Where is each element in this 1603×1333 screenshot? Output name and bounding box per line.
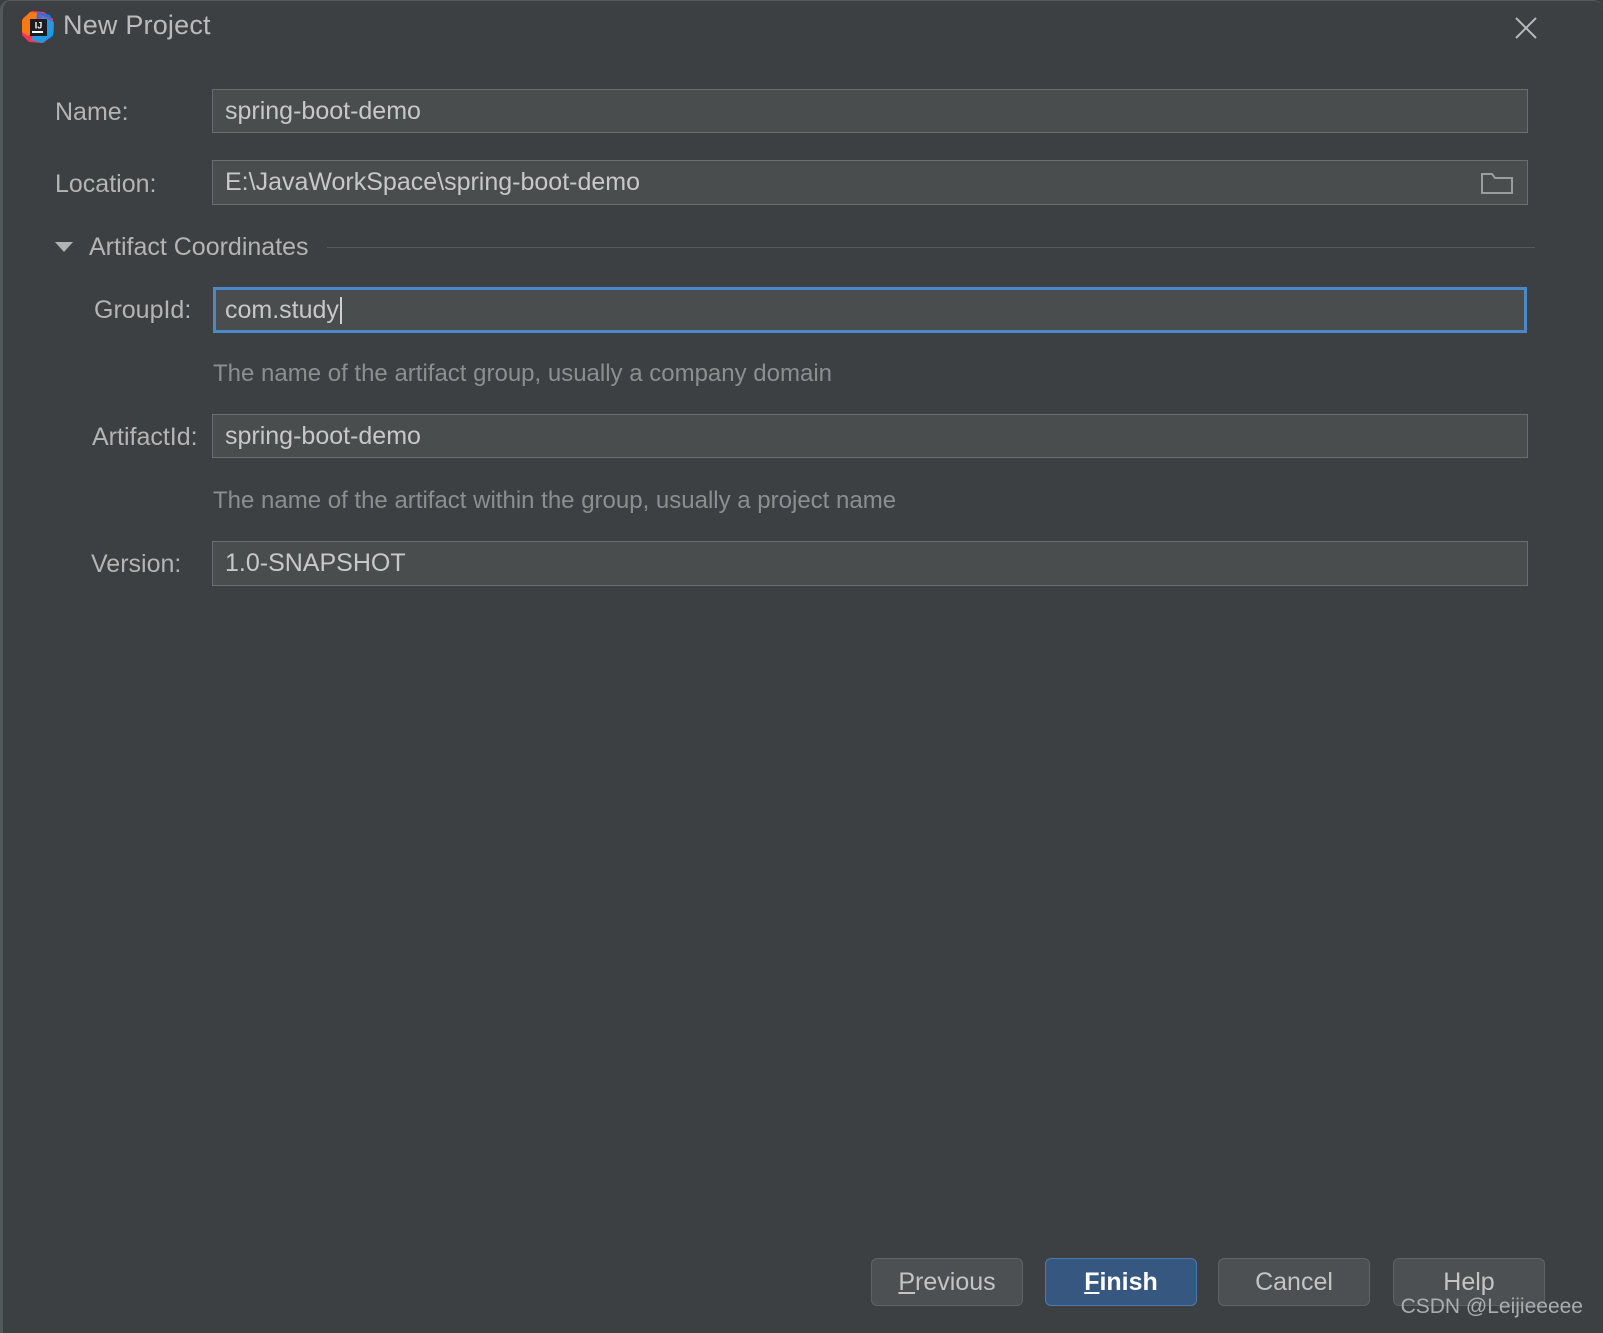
close-icon[interactable] — [1509, 11, 1543, 45]
previous-button-label: revious — [915, 1267, 996, 1296]
artifactid-hint: The name of the artifact within the grou… — [213, 487, 897, 514]
version-input-value: 1.0-SNAPSHOT — [225, 549, 406, 577]
csdn-watermark: CSDN @Leijieeeee — [1400, 1295, 1583, 1318]
finish-button-label: inish — [1099, 1267, 1158, 1296]
cancel-button-label: Cancel — [1255, 1267, 1333, 1296]
location-input-value: E:\JavaWorkSpace\spring-boot-demo — [225, 168, 641, 196]
name-label: Name: — [55, 98, 129, 126]
folder-icon[interactable] — [1481, 170, 1513, 196]
name-input-value: spring-boot-demo — [225, 96, 421, 125]
groupid-input[interactable]: com.study — [212, 286, 1528, 334]
name-input[interactable]: spring-boot-demo — [212, 89, 1528, 133]
groupid-label: GroupId: — [94, 296, 192, 324]
artifactid-input[interactable]: spring-boot-demo — [212, 414, 1528, 458]
help-button-label: Help — [1443, 1267, 1495, 1296]
previous-button-mnemonic: P — [898, 1267, 916, 1296]
cancel-button[interactable]: Cancel — [1218, 1258, 1370, 1306]
finish-button-mnemonic: F — [1084, 1267, 1100, 1296]
location-label: Location: — [55, 170, 157, 198]
version-label: Version: — [91, 550, 182, 578]
version-input[interactable]: 1.0-SNAPSHOT — [212, 541, 1528, 586]
dialog-button-bar: Previous Finish Cancel Help — [3, 1233, 1603, 1333]
groupid-input-value: com.study — [225, 295, 339, 324]
artifactid-label: ArtifactId: — [92, 423, 198, 451]
svg-text:IJ: IJ — [35, 21, 43, 31]
artifactid-input-value: spring-boot-demo — [225, 421, 421, 450]
intellij-idea-icon: IJ — [20, 10, 56, 46]
artifact-coordinates-title: Artifact Coordinates — [89, 232, 309, 261]
artifact-coordinates-section-header[interactable]: Artifact Coordinates — [55, 231, 1535, 263]
new-project-dialog: IJ New Project Name: spring-boot-demo Lo… — [0, 0, 1603, 1333]
location-input[interactable]: E:\JavaWorkSpace\spring-boot-demo — [212, 160, 1528, 205]
groupid-hint: The name of the artifact group, usually … — [213, 360, 833, 387]
chevron-down-icon[interactable] — [55, 242, 73, 252]
finish-button[interactable]: Finish — [1045, 1258, 1197, 1306]
section-divider — [326, 246, 1535, 248]
dialog-titlebar: IJ New Project — [3, 1, 1603, 53]
previous-button[interactable]: Previous — [871, 1258, 1023, 1306]
text-caret — [339, 296, 342, 324]
dialog-title: New Project — [63, 10, 211, 40]
